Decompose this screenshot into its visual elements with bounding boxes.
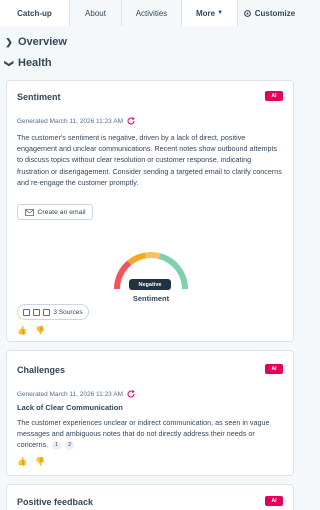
generated-text: Generated March 11, 2026 11:23 AM	[17, 390, 123, 398]
generated-text: Generated March 11, 2026 11:23 AM	[17, 117, 123, 125]
create-email-label: Create an email	[37, 208, 86, 216]
gauge-value-pill: Negative	[129, 279, 171, 290]
thumbs-up-icon[interactable]: 👍	[17, 457, 27, 466]
gauge-segment-red	[114, 260, 132, 290]
ai-badge: AI	[265, 496, 283, 506]
tab-label: More	[195, 8, 216, 18]
thumbs-down-icon[interactable]: 👎	[35, 457, 45, 466]
challenge-title: Lack of Clear Communication	[17, 403, 123, 412]
chevron-down-icon: ❯	[4, 59, 15, 67]
gauge-segment-orange	[127, 252, 147, 266]
generated-meta: Generated March 11, 2026 11:23 AM	[17, 389, 136, 399]
positive-feedback-card: Positive feedback AI	[6, 484, 294, 510]
sources-button[interactable]: 3 Sources	[17, 304, 89, 320]
tab-about[interactable]: About	[70, 0, 122, 26]
card-title: Challenges	[17, 365, 66, 375]
generated-meta: Generated March 11, 2026 11:23 AM	[17, 116, 136, 126]
chevron-right-icon: ❯	[5, 36, 13, 47]
tab-label: Activities	[135, 8, 168, 18]
email-icon	[24, 208, 34, 216]
tab-catch-up[interactable]: Catch-up	[0, 0, 70, 26]
gauge-label: Sentiment	[132, 294, 170, 303]
create-email-button[interactable]: Create an email	[17, 204, 93, 220]
gauge-segment-yellow	[145, 252, 161, 260]
card-title: Positive feedback	[17, 497, 94, 507]
section-overview[interactable]: ❯ Overview	[0, 32, 300, 52]
challenge-body: The customer experiences unclear or indi…	[17, 417, 285, 451]
tab-label: Catch-up	[17, 8, 52, 18]
ai-badge: AI	[265, 364, 283, 374]
tab-activities[interactable]: Activities	[122, 0, 182, 26]
gauge-value: Negative	[138, 281, 162, 288]
refresh-sparkle-icon[interactable]	[126, 116, 136, 126]
section-title: Health	[18, 57, 52, 69]
card-title: Sentiment	[17, 92, 61, 102]
ai-badge-label: AI	[271, 498, 277, 504]
tab-more[interactable]: More ▼	[182, 0, 238, 26]
section-health[interactable]: ❯ Health	[0, 53, 300, 73]
refresh-sparkle-icon[interactable]	[126, 389, 136, 399]
feedback-buttons: 👍 👎	[17, 457, 45, 466]
note-source-icon	[23, 308, 31, 316]
sources-label: 3 Sources	[53, 308, 83, 316]
email-source-icon	[33, 308, 41, 316]
sentiment-card: Sentiment AI Generated March 11, 2026 11…	[6, 80, 294, 342]
customize-button[interactable]: Customize	[238, 0, 300, 26]
customize-label: Customize	[254, 8, 296, 18]
thumbs-up-icon[interactable]: 👍	[17, 326, 27, 335]
caret-down-icon: ▼	[217, 10, 224, 16]
record-tabs: Catch-up About Activities More ▼ Customiz…	[0, 0, 300, 26]
thumbs-down-icon[interactable]: 👎	[35, 326, 45, 335]
feedback-buttons: 👍 👎	[17, 326, 45, 335]
tab-label: About	[85, 8, 106, 18]
ai-badge-label: AI	[271, 366, 277, 372]
challenges-card: Challenges AI Generated March 11, 2026 1…	[6, 350, 294, 476]
sentiment-summary: The customer's sentiment is negative, dr…	[17, 133, 282, 187]
section-title: Overview	[18, 36, 67, 48]
ai-badge: AI	[265, 91, 283, 101]
citation-badge[interactable]: 2	[65, 441, 75, 450]
gear-icon	[243, 9, 251, 17]
call-source-icon	[43, 308, 51, 316]
ai-badge-label: AI	[271, 93, 277, 99]
citation-badge[interactable]: 1	[52, 441, 62, 450]
